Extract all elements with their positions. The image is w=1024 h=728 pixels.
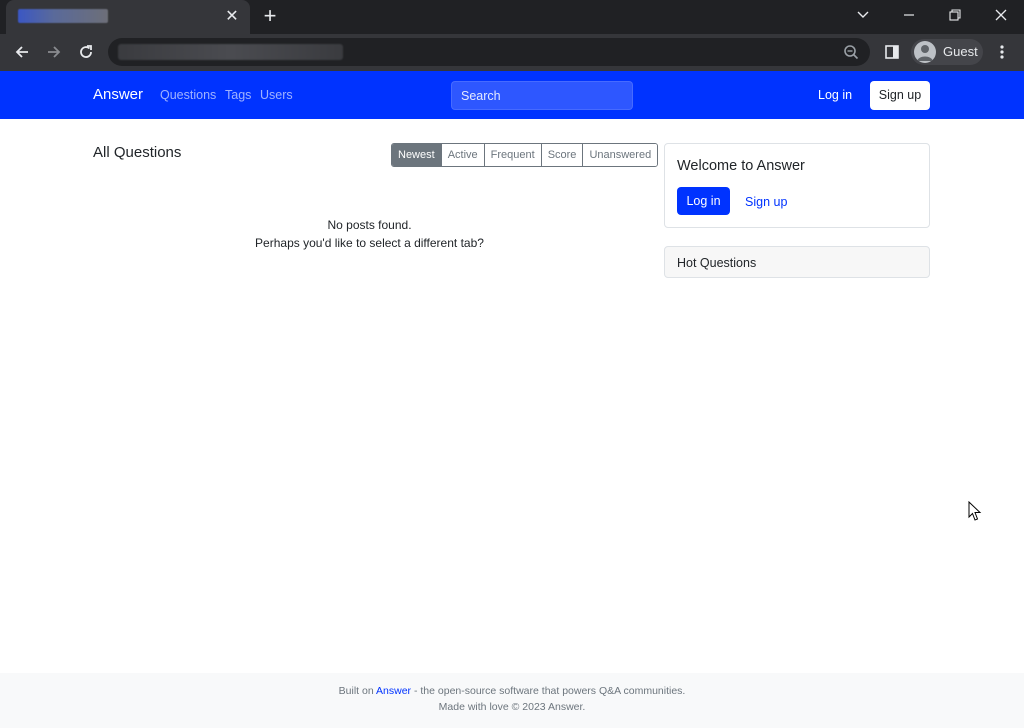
tab-title-redacted	[18, 9, 108, 23]
restore-icon[interactable]	[932, 0, 978, 30]
hot-questions-title: Hot Questions	[677, 256, 757, 270]
brand-logo[interactable]: Answer	[93, 86, 143, 103]
close-window-icon[interactable]	[978, 0, 1024, 30]
profile-button[interactable]: Guest	[911, 39, 983, 65]
footer-built-on-prefix: Built on	[338, 685, 377, 697]
empty-state-hint: Perhaps you'd like to select a different…	[255, 236, 484, 250]
navbar-signup-button[interactable]: Sign up	[870, 81, 930, 110]
mouse-cursor-icon	[968, 501, 982, 521]
close-tab-icon[interactable]: ✕	[222, 7, 242, 27]
welcome-signup-link[interactable]: Sign up	[745, 195, 787, 209]
new-tab-icon[interactable]: +	[258, 5, 282, 29]
welcome-title: Welcome to Answer	[677, 158, 805, 174]
minimize-icon[interactable]	[886, 0, 932, 30]
reload-icon[interactable]	[72, 38, 100, 66]
footer-built-on-suffix: - the open-source software that powers Q…	[411, 685, 686, 697]
nav-link-questions[interactable]: Questions	[160, 88, 216, 102]
sort-tab-frequent[interactable]: Frequent	[483, 144, 541, 166]
side-panel-icon[interactable]	[878, 38, 906, 66]
search-input[interactable]	[451, 81, 633, 110]
welcome-login-button[interactable]: Log in	[677, 187, 730, 215]
zoom-icon[interactable]	[842, 43, 860, 61]
address-bar[interactable]	[108, 38, 870, 66]
welcome-card: Welcome to Answer Log in Sign up	[664, 143, 930, 228]
site-navbar: Answer Questions Tags Users Log in Sign …	[0, 71, 1024, 119]
url-redacted	[118, 44, 343, 60]
empty-state-message: No posts found.	[327, 218, 412, 232]
nav-link-tags[interactable]: Tags	[225, 88, 251, 102]
sort-tab-newest[interactable]: Newest	[392, 144, 441, 166]
footer: Built on Answer - the open-source softwa…	[0, 673, 1024, 728]
nav-link-users[interactable]: Users	[260, 88, 293, 102]
footer-built-on: Built on Answer - the open-source softwa…	[0, 685, 1024, 697]
browser-menu-icon[interactable]	[988, 38, 1016, 66]
page-title: All Questions	[93, 144, 182, 161]
forward-icon[interactable]	[40, 38, 68, 66]
browser-toolbar: Guest	[0, 34, 1024, 71]
navbar-login-link[interactable]: Log in	[818, 88, 852, 102]
sort-tabs: Newest Active Frequent Score Unanswered	[391, 143, 659, 167]
footer-made-with: Made with love © 2023 Answer.	[438, 701, 586, 713]
sort-tab-unanswered[interactable]: Unanswered	[582, 144, 658, 166]
tab-search-icon[interactable]	[840, 0, 886, 30]
back-icon[interactable]	[8, 38, 36, 66]
sort-tab-active[interactable]: Active	[440, 144, 484, 166]
hot-questions-card: Hot Questions	[664, 246, 930, 278]
browser-tab[interactable]: ✕	[6, 0, 250, 34]
sort-tab-score[interactable]: Score	[540, 144, 583, 166]
guest-avatar-icon	[914, 41, 936, 63]
footer-answer-link[interactable]: Answer	[376, 685, 411, 697]
browser-tab-strip: ✕ +	[0, 0, 1024, 34]
profile-label: Guest	[943, 44, 978, 59]
